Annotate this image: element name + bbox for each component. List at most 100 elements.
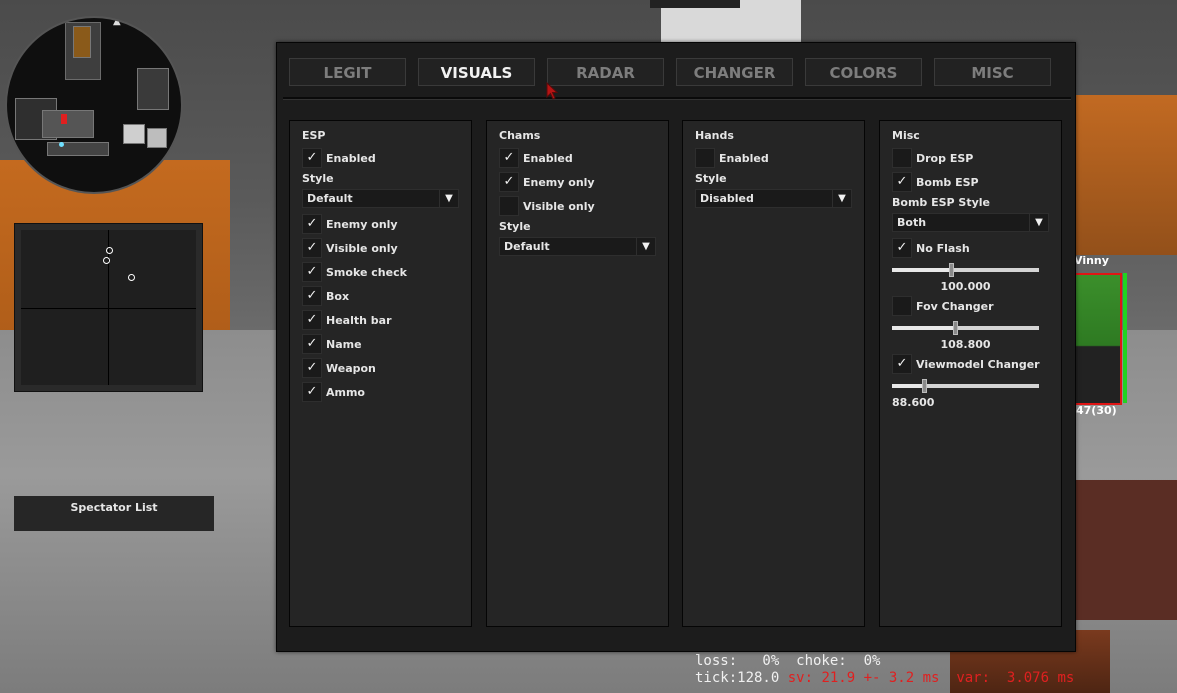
cheat-menu: LEGIT VISUALS RADAR CHANGER COLORS MISC … — [276, 42, 1076, 652]
viewmodel-value: 88.600 — [892, 396, 935, 409]
checkbox-label: Viewmodel Changer — [916, 357, 1040, 371]
esp-smoke-check-checkbox[interactable]: ✓ Smoke check — [302, 262, 407, 282]
radar-blip — [103, 257, 110, 264]
minimap-room — [147, 128, 167, 148]
slider-knob[interactable] — [953, 321, 959, 335]
triangle-down-icon[interactable]: ▼ — [439, 190, 458, 207]
esp-box-checkbox[interactable]: ✓ Box — [302, 286, 349, 306]
netgraph-tick: tick:128.0 — [695, 670, 780, 686]
checkbox-label: Enemy only — [523, 175, 595, 189]
bomb-esp-style-dropdown[interactable]: Both ▼ — [892, 213, 1049, 232]
mouse-cursor-icon — [546, 82, 558, 100]
hands-panel: Hands Enabled Style Disabled ▼ — [682, 120, 865, 627]
check-icon[interactable]: ✓ — [302, 334, 322, 354]
minimap-room — [123, 124, 145, 144]
check-icon[interactable] — [892, 148, 912, 168]
checkbox-label: Enabled — [719, 151, 769, 165]
netgraph-loss-choke: loss: 0% choke: 0% — [695, 653, 881, 669]
fov-slider[interactable] — [892, 321, 1039, 335]
check-icon[interactable]: ✓ — [892, 238, 912, 258]
game-orange-wall-right — [1075, 95, 1177, 255]
tab-misc[interactable]: MISC — [934, 58, 1051, 86]
esp-panel: ESP ✓ Enabled Style Default ▼ ✓ Enemy on… — [289, 120, 472, 627]
chams-panel: Chams ✓ Enabled ✓ Enemy only Visible onl… — [486, 120, 669, 627]
tab-changer[interactable]: CHANGER — [676, 58, 793, 86]
misc-panel: Misc Drop ESP ✓ Bomb ESP Bomb ESP Style … — [879, 120, 1062, 627]
fov-changer-checkbox[interactable]: Fov Changer — [892, 296, 994, 316]
checkbox-label: Health bar — [326, 313, 392, 327]
check-icon[interactable]: ✓ — [892, 172, 912, 192]
check-icon[interactable] — [892, 296, 912, 316]
esp-health-bar-checkbox[interactable]: ✓ Health bar — [302, 310, 392, 330]
minimap-player — [59, 142, 64, 147]
check-icon[interactable]: ✓ — [302, 358, 322, 378]
esp-title: ESP — [302, 129, 326, 142]
misc-title: Misc — [892, 129, 920, 142]
check-icon[interactable] — [499, 196, 519, 216]
check-icon[interactable]: ✓ — [499, 172, 519, 192]
chams-enemy-only-checkbox[interactable]: ✓ Enemy only — [499, 172, 595, 192]
chams-enabled-checkbox[interactable]: ✓ Enabled — [499, 148, 573, 168]
north-marker-icon: ▲ — [113, 16, 121, 27]
chams-style-label: Style — [499, 220, 531, 233]
triangle-down-icon[interactable]: ▼ — [636, 238, 655, 255]
check-icon[interactable]: ✓ — [302, 310, 322, 330]
dropdown-value: Default — [504, 240, 550, 253]
minimap-room — [137, 68, 169, 110]
tab-legit[interactable]: LEGIT — [289, 58, 406, 86]
esp-visible-only-checkbox[interactable]: ✓ Visible only — [302, 238, 398, 258]
check-icon[interactable]: ✓ — [302, 262, 322, 282]
check-icon[interactable]: ✓ — [892, 354, 912, 374]
chams-visible-only-checkbox[interactable]: Visible only — [499, 196, 595, 216]
checkbox-label: Visible only — [326, 241, 398, 255]
checkbox-label: Fov Changer — [916, 299, 994, 313]
esp-name-checkbox[interactable]: ✓ Name — [302, 334, 362, 354]
tab-visuals[interactable]: VISUALS — [418, 58, 535, 86]
netgraph-sv: sv: 21.9 +- 3.2 ms — [787, 670, 940, 686]
check-icon[interactable]: ✓ — [302, 148, 322, 168]
checkbox-label: Bomb ESP — [916, 175, 979, 189]
no-flash-checkbox[interactable]: ✓ No Flash — [892, 238, 970, 258]
fov-value: 108.800 — [940, 338, 991, 351]
checkbox-label: Enabled — [326, 151, 376, 165]
slider-knob[interactable] — [948, 263, 954, 277]
dropdown-value: Both — [897, 216, 927, 229]
esp-player-name: Vinny — [1074, 254, 1109, 267]
minimap-room — [42, 110, 94, 138]
esp-style-dropdown[interactable]: Default ▼ — [302, 189, 459, 208]
minimap-bomb — [61, 114, 67, 124]
checkbox-label: Enemy only — [326, 217, 398, 231]
radar-blip — [128, 274, 135, 281]
esp-weapon-checkbox[interactable]: ✓ Weapon — [302, 358, 376, 378]
esp-ammo: 47(30) — [1076, 404, 1117, 417]
check-icon[interactable]: ✓ — [302, 286, 322, 306]
chams-style-dropdown[interactable]: Default ▼ — [499, 237, 656, 256]
viewmodel-slider[interactable] — [892, 379, 1039, 393]
check-icon[interactable]: ✓ — [302, 214, 322, 234]
slider-knob[interactable] — [922, 379, 928, 393]
esp-enabled-checkbox[interactable]: ✓ Enabled — [302, 148, 376, 168]
hands-style-dropdown[interactable]: Disabled ▼ — [695, 189, 852, 208]
triangle-down-icon[interactable]: ▼ — [1029, 214, 1048, 231]
triangle-down-icon[interactable]: ▼ — [832, 190, 851, 207]
check-icon[interactable]: ✓ — [302, 238, 322, 258]
no-flash-slider[interactable] — [892, 263, 1039, 277]
esp-style-label: Style — [302, 172, 334, 185]
check-icon[interactable]: ✓ — [499, 148, 519, 168]
check-icon[interactable] — [695, 148, 715, 168]
tab-radar[interactable]: RADAR — [547, 58, 664, 86]
drop-esp-checkbox[interactable]: Drop ESP — [892, 148, 973, 168]
radar-blip — [106, 247, 113, 254]
hud-top-bar — [650, 0, 740, 8]
checkbox-label: Name — [326, 337, 362, 351]
check-icon[interactable]: ✓ — [302, 382, 322, 402]
no-flash-value: 100.000 — [940, 280, 991, 293]
hands-enabled-checkbox[interactable]: Enabled — [695, 148, 769, 168]
tab-colors[interactable]: COLORS — [805, 58, 922, 86]
bomb-esp-style-label: Bomb ESP Style — [892, 196, 991, 209]
viewmodel-changer-checkbox[interactable]: ✓ Viewmodel Changer — [892, 354, 1040, 374]
checkbox-label: Drop ESP — [916, 151, 974, 165]
esp-ammo-checkbox[interactable]: ✓ Ammo — [302, 382, 365, 402]
esp-enemy-only-checkbox[interactable]: ✓ Enemy only — [302, 214, 398, 234]
bomb-esp-checkbox[interactable]: ✓ Bomb ESP — [892, 172, 979, 192]
